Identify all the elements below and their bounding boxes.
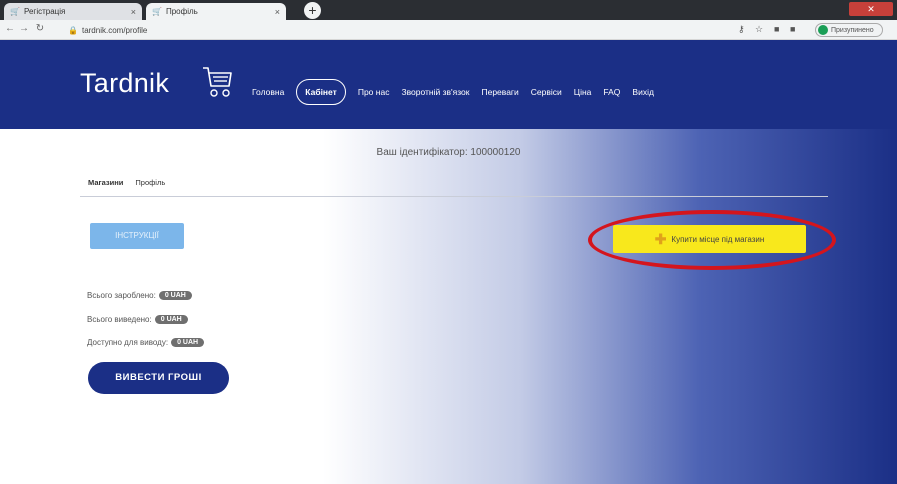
stat-badge: 0 UAH (154, 315, 188, 324)
browser-tab-profile[interactable]: 🛒 Профіль × (146, 3, 286, 20)
user-identifier: Ваш ідентифікатор: 100000120 (376, 147, 521, 158)
profile-button[interactable]: Призупинено (815, 23, 883, 37)
avatar (818, 25, 828, 35)
cart-icon (203, 67, 232, 97)
browser-tab-registration[interactable]: 🛒 Регістрація × (4, 3, 142, 20)
extension-icon[interactable]: ■ (790, 24, 795, 34)
cabinet-tabs: Магазини Профіль (88, 178, 165, 187)
window-close-button[interactable]: ✕ (849, 2, 893, 16)
url-input[interactable]: 🔒 tardnik.com/profile (68, 23, 708, 37)
tabs-divider (80, 196, 828, 197)
tab-profile[interactable]: Профіль (135, 178, 165, 187)
browser-tab-title: Профіль (165, 7, 198, 16)
browser-tab-bar: 🛒 Регістрація × 🛒 Профіль × + ✕ (0, 0, 897, 20)
nav-item-about[interactable]: Про нас (358, 87, 390, 97)
url-text: tardnik.com/profile (81, 25, 148, 35)
browser-address-bar: ← → ↻ 🔒 tardnik.com/profile ⚷ ☆ ■ ■ Приз… (0, 20, 897, 40)
stat-label: Всього виведено: (87, 315, 152, 324)
stat-label: Всього заробленo: (87, 291, 156, 300)
star-icon[interactable]: ☆ (755, 24, 763, 35)
nav-item-home[interactable]: Головна (252, 87, 284, 97)
reload-icon[interactable]: ↻ (34, 23, 46, 34)
site-favicon-icon: 🛒 (10, 7, 20, 16)
tab-close-icon[interactable]: × (275, 7, 280, 17)
stat-total-withdrawn: Всього виведено: 0 UAH (87, 315, 188, 324)
stat-label: Доступно для виводу: (87, 338, 169, 347)
site-favicon-icon: 🛒 (152, 7, 162, 16)
back-icon[interactable]: ← (4, 23, 16, 34)
stat-badge: 0 UAH (171, 338, 205, 347)
site-header: Tardnik Головна Кабінет Про нас Зворотні… (0, 40, 897, 129)
page: Tardnik Головна Кабінет Про нас Зворотні… (0, 40, 897, 484)
nav-item-faq[interactable]: FAQ (603, 87, 620, 97)
nav-item-logout[interactable]: Вихід (632, 87, 654, 97)
withdraw-money-button[interactable]: ВИВЕСТИ ГРОШІ (88, 362, 229, 394)
stat-total-earned: Всього заробленo: 0 UAH (87, 291, 192, 300)
key-icon[interactable]: ⚷ (738, 24, 745, 35)
profile-label: Призупинено (831, 26, 874, 34)
tab-close-icon[interactable]: × (131, 7, 136, 17)
extension-icon[interactable]: ■ (774, 24, 779, 34)
new-tab-button[interactable]: + (304, 2, 321, 19)
instructions-button[interactable]: ІНСТРУКЦІЇ (90, 223, 184, 249)
lock-icon: 🔒 (68, 25, 78, 35)
nav-item-feedback[interactable]: Зворотній зв'язок (401, 87, 469, 97)
stat-badge: 0 UAH (158, 291, 192, 300)
nav-item-price[interactable]: Ціна (574, 87, 592, 97)
nav-item-cabinet[interactable]: Кабінет (296, 79, 346, 105)
nav-item-advantages[interactable]: Переваги (481, 87, 518, 97)
stat-available: Доступно для виводу: 0 UAH (87, 338, 205, 347)
nav-item-services[interactable]: Сервіси (531, 87, 562, 97)
main-nav: Головна Кабінет Про нас Зворотній зв'язо… (252, 79, 654, 105)
tab-shops[interactable]: Магазини (88, 178, 123, 187)
browser-tab-title: Регістрація (23, 7, 66, 16)
site-logo[interactable]: Tardnik (80, 68, 169, 99)
highlight-circle (588, 210, 836, 270)
forward-icon[interactable]: → (18, 23, 30, 34)
